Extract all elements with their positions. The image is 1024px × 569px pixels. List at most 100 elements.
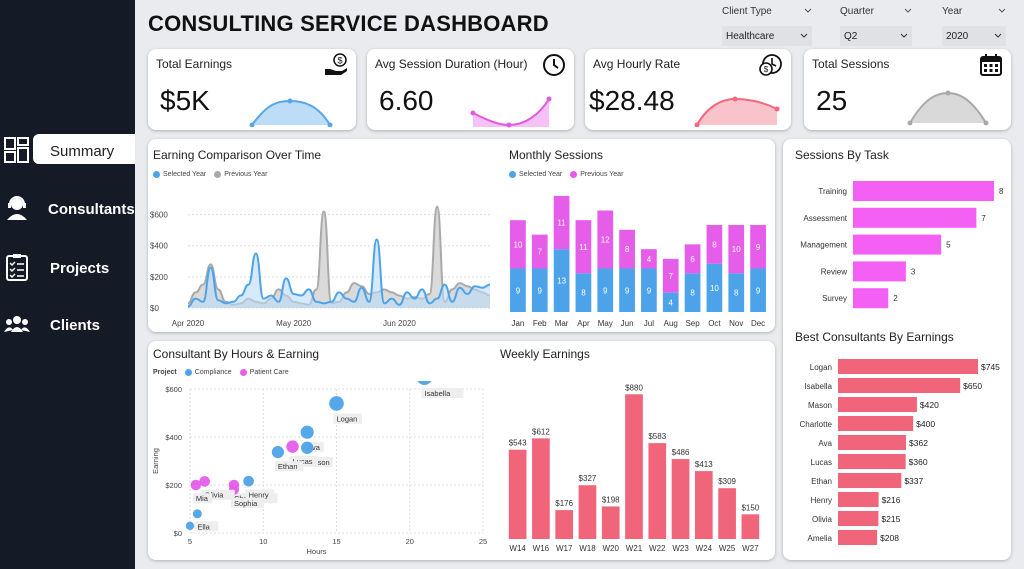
legend-dot bbox=[184, 369, 192, 376]
category-label: Ethan bbox=[811, 477, 832, 486]
y-tick-label: $600 bbox=[150, 211, 168, 220]
client-type-select[interactable]: Healthcare bbox=[722, 26, 812, 46]
consultant-bar bbox=[838, 492, 879, 507]
data-label: $583 bbox=[648, 432, 666, 441]
data-label: $337 bbox=[904, 476, 923, 486]
filter-label: Year bbox=[942, 5, 963, 17]
svg-text:$: $ bbox=[764, 65, 769, 74]
page-title: CONSULTING SERVICE DASHBOARD bbox=[148, 11, 549, 36]
data-label: 3 bbox=[911, 267, 916, 276]
weekly-bar bbox=[671, 459, 690, 539]
category-label: Isabella bbox=[804, 382, 832, 391]
x-tick-label: Dec bbox=[751, 319, 765, 328]
category-label: Assessment bbox=[803, 214, 847, 223]
x-tick-label: Sep bbox=[685, 319, 700, 328]
data-label: $198 bbox=[602, 495, 620, 504]
x-tick-label: Jul bbox=[644, 319, 654, 328]
scatter-point bbox=[271, 446, 284, 459]
scatter-point bbox=[417, 381, 432, 385]
scatter-point bbox=[286, 440, 299, 453]
series-area-selected-year bbox=[188, 239, 490, 308]
data-label: 8 bbox=[690, 289, 695, 298]
clipboard-icon bbox=[6, 254, 28, 281]
x-tick-label: May bbox=[598, 319, 613, 328]
earning-comparison-chart: $0 $200 $400 $600 Apr 2020 May 2020 Jun 2020 bbox=[150, 205, 491, 328]
data-label: 11 bbox=[579, 243, 588, 252]
data-label: $176 bbox=[555, 499, 573, 508]
sidebar-item-label: Clients bbox=[50, 316, 101, 334]
coins-clock-icon: $ bbox=[759, 54, 782, 76]
quarter-select[interactable]: Q2 bbox=[840, 26, 912, 46]
sidebar-item-clients[interactable]: Clients bbox=[0, 308, 135, 342]
data-label: $413 bbox=[695, 460, 713, 469]
x-tick-label: 25 bbox=[479, 537, 487, 546]
kpi-sparkline bbox=[907, 90, 989, 126]
weekly-bar bbox=[601, 506, 620, 539]
weekly-bar bbox=[741, 514, 760, 539]
data-label: 10 bbox=[710, 284, 719, 293]
y-tick-label: $400 bbox=[165, 433, 182, 442]
year-select[interactable]: 2020 bbox=[942, 26, 1006, 46]
point-label: Ella bbox=[197, 522, 210, 531]
y-tick-label: $600 bbox=[165, 385, 182, 394]
data-label: $208 bbox=[880, 533, 899, 543]
data-label: 8 bbox=[712, 240, 717, 249]
x-tick-label: Jun bbox=[621, 319, 634, 328]
data-label: $612 bbox=[532, 427, 550, 436]
sidebar-item-consultants[interactable]: Consultants bbox=[0, 192, 135, 226]
category-label: Management bbox=[800, 241, 847, 250]
data-label: 9 bbox=[756, 243, 761, 252]
data-label: 9 bbox=[603, 286, 608, 295]
consultant-hours-legend: Project Compliance Patient Care bbox=[153, 369, 289, 376]
sidebar-item-projects[interactable]: Projects bbox=[0, 251, 135, 285]
data-label: 9 bbox=[647, 286, 652, 295]
category-label: Amelia bbox=[808, 534, 833, 543]
category-label: Survey bbox=[822, 294, 847, 303]
chevron-down-icon[interactable] bbox=[998, 7, 1006, 15]
x-tick-label: W21 bbox=[626, 544, 643, 553]
x-tick-label: 10 bbox=[259, 537, 267, 546]
x-tick-label: W22 bbox=[649, 544, 666, 553]
data-label: 8 bbox=[581, 289, 586, 298]
category-label: Olivia bbox=[812, 515, 833, 524]
filter-value: 2020 bbox=[946, 30, 969, 42]
sidebar-item-summary[interactable]: Summary bbox=[0, 134, 135, 168]
legend-dot bbox=[509, 171, 516, 178]
x-tick-label: 15 bbox=[332, 537, 340, 546]
data-label: $362 bbox=[909, 438, 928, 448]
data-label: $360 bbox=[909, 457, 928, 467]
data-label: 8 bbox=[625, 245, 630, 254]
x-tick-label: W23 bbox=[672, 544, 689, 553]
quarter-filter[interactable]: Quarter Q2 bbox=[840, 4, 912, 46]
client-type-filter[interactable]: Client Type Healthcare bbox=[722, 4, 812, 46]
chevron-down-icon[interactable] bbox=[904, 7, 912, 15]
category-label: Logan bbox=[810, 363, 832, 372]
consultant-bar bbox=[838, 378, 961, 393]
consultant-bar bbox=[838, 416, 914, 431]
monthly-sessions-title: Monthly Sessions bbox=[509, 148, 604, 162]
weekly-bar bbox=[555, 510, 574, 539]
data-label: 6 bbox=[690, 255, 695, 264]
x-tick-label: W20 bbox=[603, 544, 620, 553]
tasks-consultants-panel: Sessions By Task Training 8 Assessment 7 Man… bbox=[783, 139, 1011, 560]
scatter-point bbox=[300, 425, 314, 439]
sidebar: Summary Consultants Projects Clients bbox=[0, 0, 135, 569]
year-filter[interactable]: Year 2020 bbox=[942, 4, 1006, 46]
kpi-card-avg-session-duration: Avg Session Duration (Hour) 6.60 bbox=[367, 49, 574, 130]
chevron-down-icon bbox=[800, 33, 808, 38]
x-tick-label: Mar bbox=[555, 319, 569, 328]
x-tick-label: W18 bbox=[579, 544, 596, 553]
x-axis-label: Hours bbox=[306, 547, 326, 556]
x-tick-label: W25 bbox=[719, 544, 736, 553]
y-tick-label: $0 bbox=[174, 529, 182, 538]
category-label: Charlotte bbox=[800, 420, 833, 429]
chevron-down-icon[interactable] bbox=[804, 7, 812, 15]
data-label: 11 bbox=[557, 219, 566, 228]
kpi-title: Avg Session Duration (Hour) bbox=[375, 57, 528, 71]
kpi-title: Total Sessions bbox=[812, 57, 890, 71]
legend-dot bbox=[239, 369, 247, 376]
legend-label: Previous Year bbox=[580, 171, 624, 178]
legend-dot bbox=[570, 171, 578, 178]
consultant-bar bbox=[838, 530, 878, 545]
x-tick-label: W24 bbox=[696, 544, 713, 553]
